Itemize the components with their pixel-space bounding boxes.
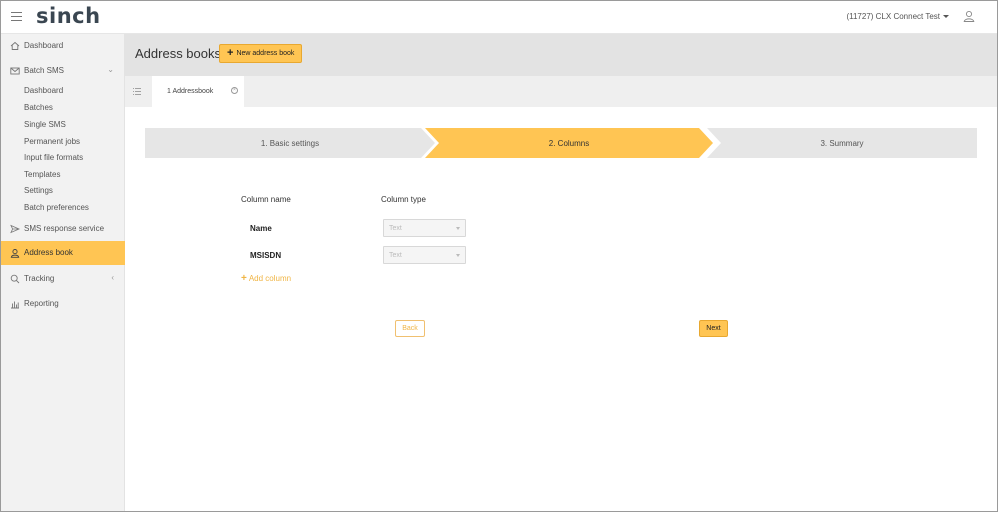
caret-down-icon	[456, 227, 460, 230]
tab-bar: 1 Addressbook ×	[125, 76, 997, 107]
sidebar-item-label: Dashboard	[24, 41, 64, 50]
caret-down-icon	[943, 15, 949, 19]
wizard-step-basic-settings[interactable]: 1. Basic settings	[145, 128, 435, 158]
sidebar-subitem-batch-preferences[interactable]: Batch preferences	[24, 203, 89, 212]
sidebar-item-reporting[interactable]: Reporting	[1, 292, 125, 316]
user-icon[interactable]	[963, 10, 975, 22]
caret-down-icon	[456, 254, 460, 257]
main-content: 1. Basic settings 3. Summary 2. Columns …	[125, 107, 997, 511]
column-type-select[interactable]: Text	[383, 246, 466, 264]
new-address-book-button[interactable]: + New address book	[219, 44, 303, 63]
sidebar-subitem-batches[interactable]: Batches	[24, 103, 53, 112]
search-icon	[10, 274, 20, 284]
page-title: Address books	[135, 46, 221, 61]
sidebar-subitem-dashboard[interactable]: Dashboard	[24, 86, 63, 95]
column-type-value: Text	[389, 252, 402, 259]
tab-label: 1 Addressbook	[167, 88, 214, 95]
page-header: Address books + New address book	[125, 34, 997, 76]
sidebar-item-dashboard[interactable]: Dashboard	[1, 34, 125, 58]
column-name-header: Column name	[241, 195, 291, 204]
new-address-book-label: New address book	[236, 50, 295, 57]
close-icon[interactable]: ×	[231, 87, 238, 94]
sidebar-subitem-templates[interactable]: Templates	[24, 170, 60, 179]
chevron-left-icon: ‹	[111, 273, 114, 282]
column-type-select[interactable]: Text	[383, 219, 466, 237]
sidebar-item-label: Batch SMS	[24, 66, 65, 75]
hamburger-menu-icon[interactable]	[11, 12, 22, 21]
plus-icon: +	[227, 47, 234, 59]
column-row-name: MSISDN	[250, 251, 282, 260]
sidebar-item-label: Tracking	[24, 274, 55, 283]
list-icon[interactable]	[133, 88, 141, 95]
account-dropdown[interactable]: (11727) CLX Connect Test	[846, 12, 949, 21]
sidebar-subitem-input-file-formats[interactable]: Input file formats	[24, 153, 83, 162]
sidebar-subitem-single-sms[interactable]: Single SMS	[24, 120, 66, 129]
wizard-step-columns[interactable]: 2. Columns	[425, 128, 713, 158]
back-button[interactable]: Back	[395, 320, 425, 337]
account-label: (11727) CLX Connect Test	[846, 12, 940, 21]
chevron-down-icon: ⌄	[107, 65, 114, 74]
sidebar-item-address-book[interactable]: Address book	[1, 241, 125, 265]
sidebar: Dashboard Batch SMS ⌄ Dashboard Batches …	[1, 34, 125, 511]
top-bar: sinch (11727) CLX Connect Test	[1, 1, 997, 34]
column-type-header: Column type	[381, 195, 426, 204]
sidebar-subitem-settings[interactable]: Settings	[24, 186, 53, 195]
home-icon	[10, 41, 20, 50]
sidebar-item-label: Address book	[24, 248, 73, 257]
sidebar-item-label: SMS response service	[24, 224, 105, 233]
app-window: sinch (11727) CLX Connect Test Dashboard…	[0, 0, 998, 512]
contacts-icon	[10, 249, 20, 258]
sidebar-item-label: Reporting	[24, 299, 59, 308]
add-column-label: Add column	[248, 274, 292, 283]
sidebar-item-tracking[interactable]: Tracking ‹	[1, 267, 125, 291]
add-column-link[interactable]: + Add column	[241, 273, 291, 284]
tab-addressbook[interactable]: 1 Addressbook ×	[152, 76, 244, 107]
wizard-steps: 1. Basic settings 3. Summary 2. Columns	[145, 128, 977, 158]
envelope-icon	[10, 67, 20, 75]
wizard-step-label: 1. Basic settings	[260, 138, 320, 148]
sidebar-item-sms-response-service[interactable]: SMS response service	[1, 217, 125, 241]
sidebar-subitem-permanent-jobs[interactable]: Permanent jobs	[24, 137, 80, 146]
bar-chart-icon	[11, 301, 19, 309]
plus-icon: +	[241, 273, 247, 284]
column-type-value: Text	[389, 225, 402, 232]
wizard-step-label: 3. Summary	[820, 138, 864, 148]
sidebar-item-batch-sms[interactable]: Batch SMS ⌄	[1, 59, 125, 83]
wizard-step-summary[interactable]: 3. Summary	[707, 128, 977, 158]
next-button[interactable]: Next	[699, 320, 728, 337]
wizard-step-label: 2. Columns	[548, 138, 590, 148]
column-row-name: Name	[250, 224, 272, 233]
sinch-logo[interactable]: sinch	[36, 4, 101, 28]
send-icon	[10, 224, 20, 234]
